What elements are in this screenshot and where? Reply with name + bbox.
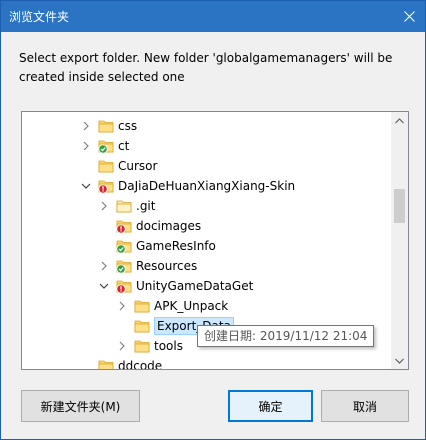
scrollbar-thumb[interactable] [394,189,405,223]
tree-row[interactable]: Cursor [22,156,391,176]
close-button[interactable] [393,1,425,32]
tree-row[interactable]: GameResInfo [22,236,391,256]
folder-icon [98,180,114,194]
new-folder-button[interactable]: 新建文件夹(M) [21,390,140,422]
created-date-tooltip: 创建日期: 2019/11/12 21:04 [197,325,375,347]
dialog-body: Select export folder. New folder 'global… [1,32,425,439]
folder-icon [98,360,114,369]
folder-label[interactable]: APK_Unpack [154,299,228,313]
ok-button[interactable]: 确定 [228,390,313,422]
window-title: 浏览文件夹 [9,10,70,24]
close-icon [403,11,415,22]
chevron-right-icon[interactable] [80,140,92,152]
vertical-scrollbar[interactable] [391,112,408,369]
scroll-down-button[interactable] [391,352,408,369]
folder-label[interactable]: GameResInfo [136,239,216,253]
chevron-up-icon [395,117,404,123]
scroll-up-button[interactable] [391,112,408,129]
folder-icon [116,280,132,294]
folder-label[interactable]: tools [154,339,183,353]
tree-row[interactable]: APK_Unpack [22,296,391,316]
tree-row[interactable]: UnityGameDataGet [22,276,391,296]
chevron-down-icon[interactable] [98,280,110,292]
folder-label[interactable]: UnityGameDataGet [136,279,253,293]
folder-label[interactable]: css [118,119,137,133]
tree-row[interactable]: ddcode [22,356,391,369]
chevron-down-icon[interactable] [80,180,92,192]
folder-label[interactable]: Cursor [118,159,157,173]
tree-row[interactable]: .git [22,196,391,216]
browse-folder-dialog: 浏览文件夹 Select export folder. New folder '… [0,0,426,440]
folder-label[interactable]: ct [118,139,129,153]
chevron-down-icon [395,358,404,364]
folder-icon [116,260,132,274]
tree-row[interactable]: DaJiaDeHuanXiangXiang-Skin [22,176,391,196]
folder-icon [134,300,150,313]
chevron-right-icon[interactable] [116,300,128,312]
tree-row[interactable]: docimages [22,216,391,236]
folder-icon [98,120,114,133]
folder-label[interactable]: DaJiaDeHuanXiangXiang-Skin [118,179,295,193]
folder-icon [116,220,132,234]
cancel-button[interactable]: 取消 [321,390,409,422]
folder-label[interactable]: .git [136,199,155,213]
tree-row[interactable]: css [22,116,391,136]
chevron-right-icon[interactable] [98,200,110,212]
folder-icon [116,240,132,254]
folder-label[interactable]: Resources [136,259,197,273]
instruction-text: Select export folder. New folder 'global… [19,51,393,84]
title-bar[interactable]: 浏览文件夹 [1,1,425,32]
folder-label[interactable]: docimages [136,219,201,233]
folder-icon [98,160,114,173]
tree-row[interactable]: ct [22,136,391,156]
folder-icon [98,140,114,154]
folder-icon [116,200,132,213]
chevron-right-icon[interactable] [116,340,128,352]
tree-row[interactable]: Resources [22,256,391,276]
folder-icon [134,340,150,353]
chevron-right-icon[interactable] [80,120,92,132]
folder-icon [134,320,150,333]
folder-label[interactable]: ddcode [118,359,162,369]
chevron-right-icon[interactable] [98,260,110,272]
